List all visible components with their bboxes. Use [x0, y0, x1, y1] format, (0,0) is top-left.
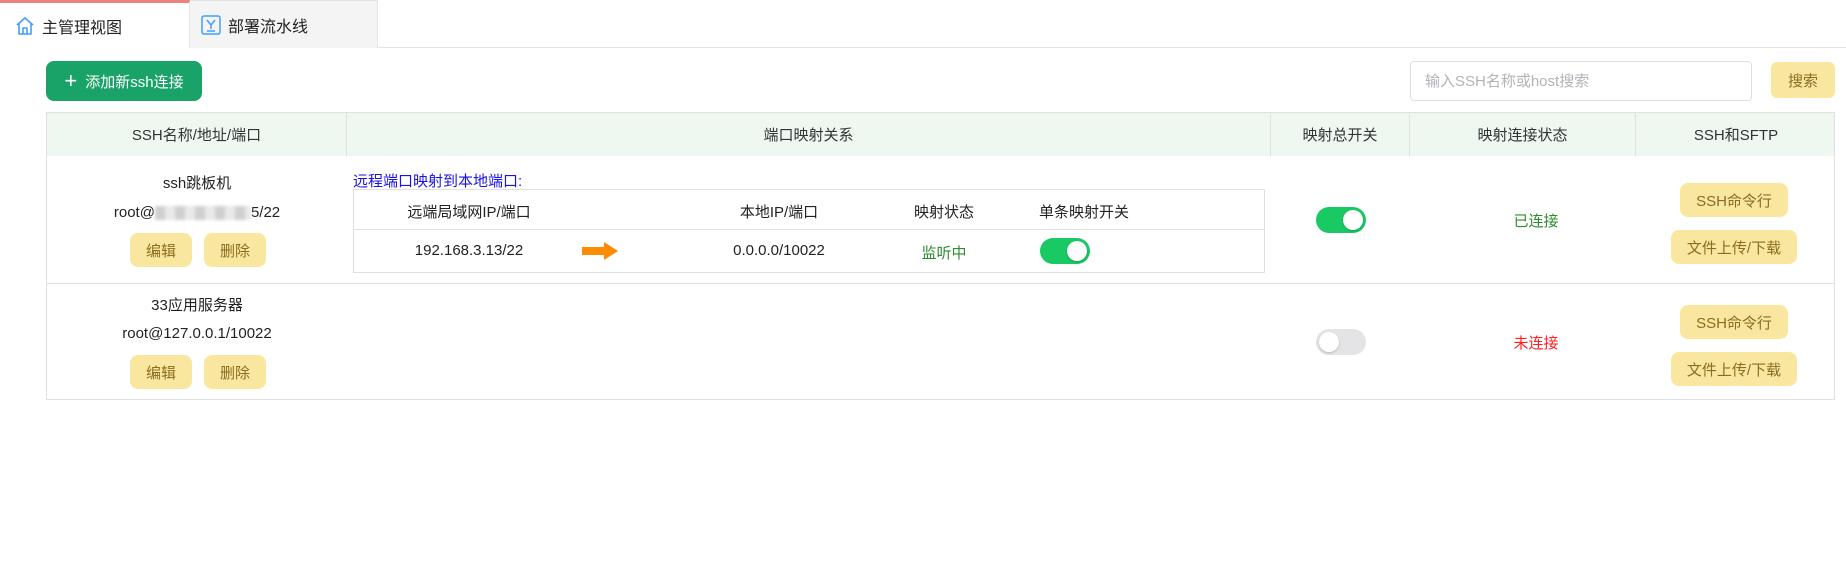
edit-button[interactable]: 编辑 [130, 233, 192, 267]
mapping-col-remote: 远端局域网IP/端口 [407, 204, 531, 221]
search-button[interactable]: 搜索 [1771, 62, 1835, 98]
ssh-address-prefix: root@ [113, 204, 155, 221]
edit-button[interactable]: 编辑 [130, 355, 192, 389]
col-port-mapping: 端口映射关系 [347, 113, 1271, 156]
mapping-col-switch: 单条映射开关 [1038, 204, 1129, 221]
sftp-transfer-button[interactable]: 文件上传/下载 [1671, 352, 1797, 386]
pipeline-icon [200, 14, 222, 36]
connection-status: 未连接 [1513, 335, 1559, 352]
plus-icon: + [64, 68, 78, 93]
mapping-status: 监听中 [921, 245, 967, 262]
table-row: ssh跳板机 root@ 5/22 编辑 删除 远程端口映射到本地端口: 远端局域… [47, 156, 1834, 284]
mapping-col-local: 本地IP/端口 [739, 204, 819, 221]
ssh-name: ssh跳板机 [162, 175, 232, 192]
col-ssh-sftp: SSH和SFTP [1693, 127, 1779, 144]
tab-main-view-label: 主管理视图 [42, 19, 123, 37]
delete-button[interactable]: 删除 [204, 233, 266, 267]
col-conn-status: 映射连接状态 [1410, 113, 1636, 156]
master-mapping-toggle[interactable] [1316, 207, 1366, 233]
single-mapping-toggle[interactable] [1040, 238, 1090, 264]
toggle-knob [1319, 332, 1339, 352]
mapping-table: 远端局域网IP/端口 本地IP/端口 映射状态 单条映射开关 192.168.3… [353, 189, 1265, 273]
tab-deploy-pipeline[interactable]: 部署流水线 [190, 0, 378, 48]
mapping-caption: 远程端口映射到本地端口: [353, 173, 523, 190]
table-row: 33应用服务器 root@127.0.0.1/10022 编辑 删除 未连接 S… [47, 284, 1834, 400]
tab-deploy-pipeline-label: 部署流水线 [228, 18, 309, 36]
arrow-right-icon [582, 242, 618, 263]
toggle-knob [1067, 241, 1087, 261]
table-header: SSH名称/地址/端口 端口映射关系 映射总开关 映射连接状态 SSH和SFTP [47, 113, 1834, 156]
local-address: 0.0.0.0/10022 [733, 242, 825, 259]
tab-bar: 主管理视图 部署流水线 [0, 0, 1846, 48]
ssh-terminal-button[interactable]: SSH命令行 [1680, 183, 1788, 217]
ssh-table: SSH名称/地址/端口 端口映射关系 映射总开关 映射连接状态 SSH和SFTP… [46, 112, 1835, 400]
ssh-address: root@ 5/22 [47, 204, 347, 221]
ssh-terminal-button[interactable]: SSH命令行 [1680, 305, 1788, 339]
col-master-switch: 映射总开关 [1271, 113, 1410, 156]
col-ssh-name: SSH名称/地址/端口 [47, 113, 347, 156]
tab-main-view[interactable]: 主管理视图 [0, 0, 190, 48]
master-mapping-toggle[interactable] [1316, 329, 1366, 355]
add-ssh-connection-button[interactable]: + 添加新ssh连接 [46, 61, 202, 101]
sftp-transfer-button[interactable]: 文件上传/下载 [1671, 230, 1797, 264]
toggle-knob [1343, 210, 1363, 230]
mapping-col-status: 映射状态 [913, 204, 974, 221]
remote-address: 192.168.3.13/22 [414, 242, 524, 259]
mapping-header: 远端局域网IP/端口 本地IP/端口 映射状态 单条映射开关 [354, 190, 1264, 230]
home-icon [14, 15, 36, 37]
delete-button[interactable]: 删除 [204, 355, 266, 389]
search-input[interactable] [1410, 61, 1752, 101]
add-ssh-connection-label: 添加新ssh连接 [85, 73, 184, 91]
ssh-address: root@127.0.0.1/10022 [122, 325, 272, 342]
redacted-host [154, 206, 251, 221]
connection-status: 已连接 [1513, 213, 1559, 230]
ssh-address-suffix: 5/22 [250, 204, 281, 221]
ssh-name: 33应用服务器 [151, 297, 243, 314]
